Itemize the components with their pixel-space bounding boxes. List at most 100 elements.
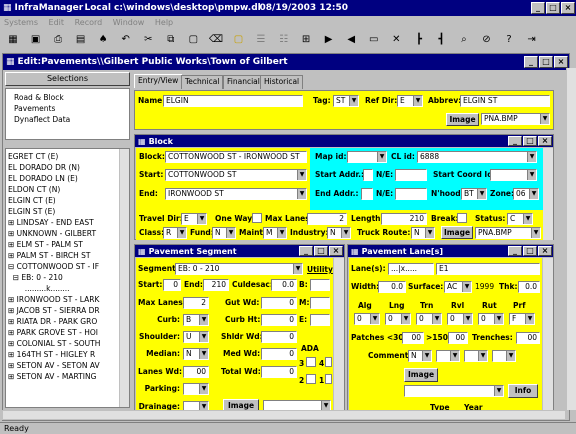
utility-e-field[interactable] <box>310 314 330 326</box>
close-icon[interactable]: × <box>561 2 575 14</box>
chevron-down-icon[interactable]: ▼ <box>199 332 208 342</box>
chevron-down-icon[interactable]: ▼ <box>277 228 286 238</box>
chevron-down-icon[interactable]: ▼ <box>478 351 487 361</box>
chevron-down-icon[interactable]: ▼ <box>494 386 503 396</box>
seg-start-field[interactable]: 0 <box>163 279 181 291</box>
tab-technical[interactable]: Technical <box>181 75 224 89</box>
maint-select[interactable]: M ▼ <box>263 227 287 239</box>
add-record-icon[interactable]: ⊞ <box>297 32 315 48</box>
chevron-down-icon[interactable]: ▼ <box>370 314 379 324</box>
class-select[interactable]: R ▼ <box>163 227 187 239</box>
distress-select[interactable]: 0 ▼ <box>478 313 504 325</box>
window-icon[interactable]: ▭ <box>365 32 383 48</box>
chevron-down-icon[interactable]: ▼ <box>199 349 208 359</box>
chevron-down-icon[interactable]: ▼ <box>293 264 302 274</box>
tree-item[interactable]: ⊞ 164TH ST - HIGLEY R <box>6 349 119 360</box>
ne2-field[interactable] <box>395 188 427 200</box>
lanes-minimize-icon[interactable]: _ <box>508 246 522 256</box>
tree-item[interactable]: ⊞ PALM ST - BIRCH ST <box>6 250 119 261</box>
tab-historical[interactable]: Historical <box>260 75 304 89</box>
chevron-down-icon[interactable]: ▼ <box>506 351 515 361</box>
tree-item[interactable]: ELGIN CT (E) <box>6 195 119 206</box>
exit-icon[interactable]: ⇥ <box>523 32 541 48</box>
tree-item[interactable]: ⊟ COTTONWOOD ST - IF <box>6 261 119 272</box>
block-image-select[interactable]: PNA.BMP ▼ <box>475 227 541 239</box>
menu-systems[interactable]: Systems <box>4 18 38 27</box>
eraser-icon[interactable]: ⌫ <box>207 32 225 48</box>
parking-select[interactable]: ▼ <box>183 383 209 395</box>
gutwd-field[interactable]: 0 <box>261 297 297 309</box>
main-scrollbar[interactable] <box>566 68 576 410</box>
cut-icon[interactable]: ✂ <box>139 32 157 48</box>
laneswd-field[interactable]: 00 <box>183 366 209 378</box>
tab-entry-view[interactable]: Entry/View <box>134 74 183 88</box>
medwd-field[interactable]: 0 <box>261 348 297 360</box>
distress-select[interactable]: F ▼ <box>509 313 535 325</box>
tree-item[interactable]: ⊞ IRONWOOD ST - LARK <box>6 294 119 305</box>
tree-scrollbar[interactable] <box>119 149 129 407</box>
child-minimize-icon[interactable]: _ <box>524 56 538 68</box>
comment-select-4[interactable]: ▼ <box>492 350 516 362</box>
culdesac-field[interactable]: 0.0 <box>271 279 297 291</box>
tree-item[interactable]: ⊞ RIATA DR - PARK GRO <box>6 316 119 327</box>
menu-window[interactable]: Window <box>113 18 145 27</box>
tree-item[interactable]: ELDON CT (N) <box>6 184 119 195</box>
comment-select-1[interactable]: N ▼ <box>408 350 432 362</box>
maximize-icon[interactable]: □ <box>546 2 560 14</box>
chevron-down-icon[interactable]: ▼ <box>422 351 431 361</box>
chevron-down-icon[interactable]: ▼ <box>199 315 208 325</box>
end-select[interactable]: IRONWOOD ST ▼ <box>165 188 307 200</box>
break-checkbox[interactable] <box>457 213 467 223</box>
fund-select[interactable]: N ▼ <box>212 227 236 239</box>
chevron-down-icon[interactable]: ▼ <box>413 96 422 106</box>
block-scrollbar[interactable] <box>543 148 553 240</box>
child-close-icon[interactable]: × <box>554 56 568 68</box>
minimize-icon[interactable]: _ <box>531 2 545 14</box>
width-field[interactable]: 0.0 <box>378 281 406 293</box>
chevron-down-icon[interactable]: ▼ <box>349 96 358 106</box>
chevron-down-icon[interactable]: ▼ <box>425 228 434 238</box>
list2-icon[interactable]: ☷ <box>275 32 293 48</box>
startaddr-field[interactable] <box>363 169 373 181</box>
oneway-checkbox[interactable] <box>252 213 262 223</box>
lanes-field[interactable]: ...|x..... <box>388 263 434 275</box>
thk-field[interactable]: 0.0 <box>518 281 540 293</box>
refdir-select[interactable]: E ▼ <box>397 95 423 107</box>
tree-item[interactable]: EGRET CT (E) <box>6 151 119 162</box>
startcoord-select[interactable]: ▼ <box>490 169 537 181</box>
abbrev-field[interactable]: ELGIN ST <box>460 95 550 107</box>
list-icon[interactable]: ☰ <box>252 32 270 48</box>
chevron-down-icon[interactable]: ▼ <box>297 170 306 180</box>
nhood-select[interactable]: BT ▼ <box>461 188 487 200</box>
ada2-checkbox[interactable] <box>306 374 316 384</box>
tree-item[interactable]: ⊞ JACOB ST - SIERRA DR <box>6 305 119 316</box>
zone-select[interactable]: 06 ▼ <box>513 188 539 200</box>
menu-record[interactable]: Record <box>75 18 103 27</box>
table-icon[interactable]: ▤ <box>72 32 90 48</box>
chevron-down-icon[interactable]: ▼ <box>297 189 306 199</box>
chevron-down-icon[interactable]: ▼ <box>177 228 186 238</box>
chevron-down-icon[interactable]: ▼ <box>529 189 538 199</box>
comment-select-3[interactable]: ▼ <box>464 350 488 362</box>
segment-scrollbar[interactable] <box>334 258 344 420</box>
ada1-checkbox[interactable] <box>325 374 332 384</box>
distress-select[interactable]: 0 ▼ <box>447 313 473 325</box>
comment-select-2[interactable]: ▼ <box>436 350 460 362</box>
help-icon[interactable]: ? <box>500 32 518 48</box>
chevron-down-icon[interactable]: ▼ <box>199 384 208 394</box>
tree-item[interactable]: .........k........ <box>6 283 119 294</box>
paint-icon[interactable]: ♠ <box>94 32 112 48</box>
median-select[interactable]: N ▼ <box>183 348 209 360</box>
selections-header[interactable]: Selections <box>5 72 130 86</box>
distress-select[interactable]: 0 ▼ <box>354 313 380 325</box>
chevron-down-icon[interactable]: ▼ <box>527 152 536 162</box>
segment-minimize-icon[interactable]: _ <box>299 246 313 256</box>
grid-icon[interactable]: ▦ <box>4 32 22 48</box>
undo-icon[interactable]: ↶ <box>117 32 135 48</box>
menu-edit[interactable]: Edit <box>49 18 65 27</box>
distress-select[interactable]: 0 ▼ <box>416 313 442 325</box>
status-select[interactable]: C ▼ <box>507 213 533 225</box>
segment-close-icon[interactable]: × <box>329 246 343 256</box>
chevron-down-icon[interactable]: ▼ <box>523 214 532 224</box>
tree-icon[interactable]: ┣ <box>410 32 428 48</box>
